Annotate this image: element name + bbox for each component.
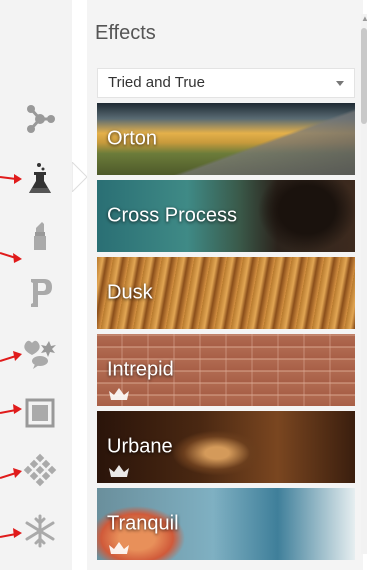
chevron-down-icon <box>336 81 344 86</box>
sticker-icon <box>24 340 56 369</box>
tool-sidebar <box>0 0 72 570</box>
scroll-up-icon[interactable]: ▲ <box>361 14 367 23</box>
effect-label: Tranquil <box>107 512 179 535</box>
tool-textures[interactable] <box>18 449 62 493</box>
tool-effects[interactable] <box>18 157 62 201</box>
effect-label: Orton <box>107 127 158 150</box>
effect-urbane[interactable]: Urbane <box>97 411 355 483</box>
effect-category-dropdown[interactable]: Tried and True <box>97 68 355 98</box>
frame-icon <box>25 398 55 428</box>
tool-overlays[interactable] <box>18 331 62 375</box>
effect-tranquil[interactable]: Tranquil <box>97 488 355 560</box>
p-icon <box>31 279 52 307</box>
tool-nodes[interactable] <box>18 97 62 141</box>
crown-icon <box>109 388 129 400</box>
crown-icon <box>109 542 129 554</box>
effect-cross-process[interactable]: Cross Process <box>97 180 355 252</box>
tool-frames[interactable] <box>18 391 62 435</box>
tool-touch-up[interactable] <box>18 212 62 256</box>
effect-orton[interactable]: Orton <box>97 103 355 175</box>
effects-list: Orton Cross Process Dusk Intrepid Urbane… <box>97 103 355 565</box>
scrollbar-thumb[interactable] <box>361 28 367 124</box>
effect-intrepid[interactable]: Intrepid <box>97 334 355 406</box>
snowflake-icon <box>25 514 55 548</box>
annotation-arrow-icon <box>0 404 22 414</box>
tool-text[interactable] <box>18 270 62 314</box>
effect-label: Dusk <box>107 281 153 304</box>
effect-dusk[interactable]: Dusk <box>97 257 355 329</box>
effect-label: Urbane <box>107 435 173 458</box>
annotation-arrow-icon <box>0 174 22 184</box>
flask-icon <box>29 163 51 193</box>
effect-label: Intrepid <box>107 358 174 381</box>
panel-title: Effects <box>95 22 156 44</box>
annotation-arrow-icon <box>0 528 22 538</box>
annotation-arrow-icon <box>0 252 22 263</box>
annotation-arrow-icon <box>0 351 22 362</box>
effect-label: Cross Process <box>107 204 238 227</box>
annotation-arrow-icon <box>0 468 22 479</box>
lipstick-icon <box>34 222 46 250</box>
selection-pointer-icon <box>72 162 88 192</box>
dropdown-selected-value: Tried and True <box>108 74 205 91</box>
nodes-icon <box>27 105 55 133</box>
tool-seasonal[interactable] <box>18 509 62 553</box>
crown-icon <box>109 465 129 477</box>
texture-icon <box>23 453 57 487</box>
